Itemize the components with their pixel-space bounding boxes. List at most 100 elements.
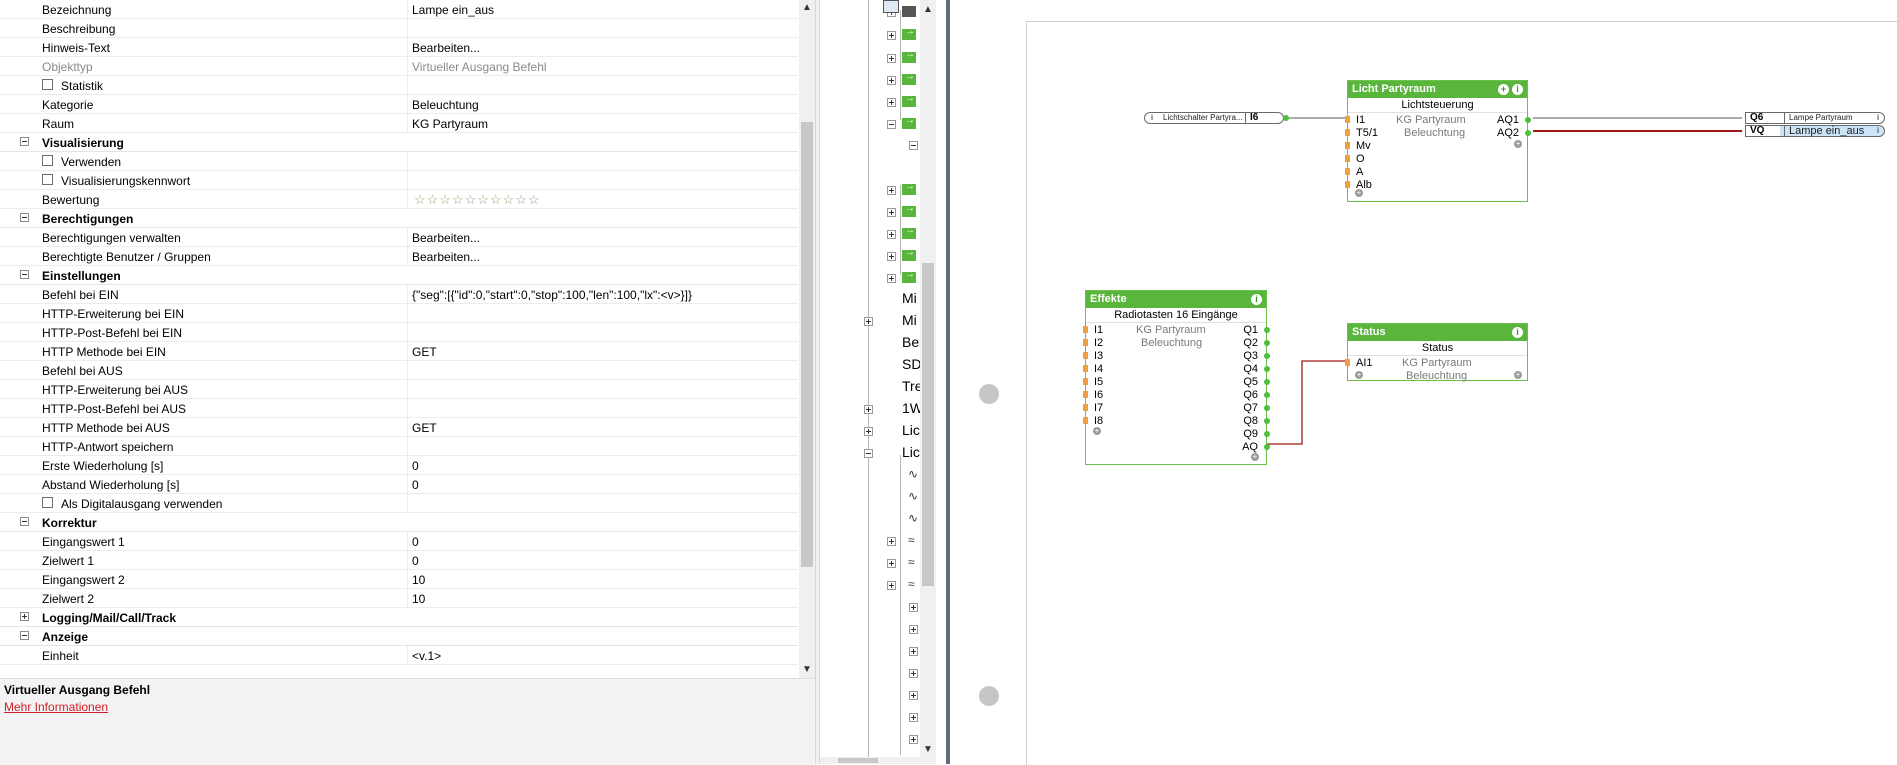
info-icon[interactable]: i [1512, 327, 1523, 338]
property-row-http-methode-bei-ein[interactable]: HTTP Methode bei EIN GET [0, 342, 798, 361]
add-output-icon[interactable]: + [1514, 140, 1522, 148]
category-anzeige[interactable]: Anzeige [0, 627, 798, 646]
expand-icon[interactable] [20, 612, 29, 621]
scrollbar-thumb[interactable] [922, 263, 934, 586]
property-row-erste-wiederholung-s[interactable]: Erste Wiederholung [s] 0 [0, 456, 798, 475]
input-pin[interactable] [1083, 352, 1088, 359]
scrollbar-thumb[interactable] [801, 122, 813, 567]
property-value[interactable]: Virtueller Ausgang Befehl [412, 60, 547, 74]
property-row-eingangswert-1[interactable]: Eingangswert 1 0 [0, 532, 798, 551]
block-title[interactable]: Effekte [1086, 291, 1266, 308]
add-output-icon[interactable]: + [1514, 371, 1522, 379]
property-value[interactable]: Beleuchtung [412, 98, 479, 112]
block-effekte[interactable]: Effekte i Radiotasten 16 Eingänge I1 I2 I3… [1083, 290, 1270, 465]
property-row-http-methode-bei-aus[interactable]: HTTP Methode bei AUS GET [0, 418, 798, 437]
input-connector[interactable]: i Lichtschalter Partyra... I6 [1144, 112, 1284, 124]
tree-expand-icon[interactable] [887, 581, 896, 590]
output-pin[interactable] [1264, 392, 1270, 398]
add-output-icon[interactable]: + [1251, 453, 1259, 461]
property-row-objekttyp[interactable]: Objekttyp Virtueller Ausgang Befehl [0, 57, 798, 76]
collapse-icon[interactable] [20, 137, 29, 146]
collapse-icon[interactable] [20, 631, 29, 640]
property-value[interactable]: GET [412, 345, 437, 359]
collapse-icon[interactable] [20, 517, 29, 526]
tree-expand-icon[interactable] [887, 98, 896, 107]
property-value[interactable]: GET [412, 421, 437, 435]
info-icon[interactable]: i [1251, 294, 1262, 305]
property-value[interactable]: KG Partyraum [412, 117, 488, 131]
output-pin[interactable] [1525, 117, 1531, 123]
info-icon[interactable]: i [1512, 84, 1523, 95]
property-row-einheit[interactable]: Einheit <v.1> [0, 646, 798, 665]
output-pin[interactable] [1264, 405, 1270, 411]
property-row-bezeichnung[interactable]: Bezeichnung Lampe ein_aus [0, 0, 798, 19]
input-pin[interactable] [1083, 404, 1088, 411]
property-value[interactable]: 10 [412, 592, 425, 606]
output-pin[interactable] [1264, 327, 1270, 333]
category-korrektur[interactable]: Korrektur [0, 513, 798, 532]
property-value[interactable]: 0 [412, 554, 419, 568]
more-info-link[interactable]: Mehr Informationen [4, 700, 108, 714]
property-value[interactable]: 10 [412, 573, 425, 587]
tree-expand-icon[interactable] [909, 691, 918, 700]
input-pin[interactable] [1083, 378, 1088, 385]
input-pin[interactable] [1345, 116, 1350, 123]
property-row-http-erweiterung-bei-ein[interactable]: HTTP-Erweiterung bei EIN [0, 304, 798, 323]
tree-expand-icon[interactable] [887, 31, 896, 40]
property-row-eingangswert-2[interactable]: Eingangswert 2 10 [0, 570, 798, 589]
checkbox[interactable] [42, 497, 53, 508]
property-value[interactable]: {"seg":[{"id":0,"start":0,"stop":100,"le… [412, 288, 692, 302]
input-pin[interactable] [1083, 326, 1088, 333]
block-licht-partyraum[interactable]: Licht Partyraum + i Lichtsteuerung I1 T5/… [1345, 80, 1531, 202]
category-berechtigungen[interactable]: Berechtigungen [0, 209, 798, 228]
property-row-hinweis-text[interactable]: Hinweis-Text Bearbeiten... [0, 38, 798, 57]
output-connector-q6[interactable]: Q6 Lampe Partyraum i [1745, 112, 1885, 124]
property-row-verwenden[interactable]: Verwenden [0, 152, 798, 171]
checkbox[interactable] [42, 155, 53, 166]
tree-expand-icon[interactable] [887, 230, 896, 239]
input-pin[interactable] [1345, 168, 1350, 175]
input-pin[interactable] [1083, 391, 1088, 398]
category-logging-mail-call-track[interactable]: Logging/Mail/Call/Track [0, 608, 798, 627]
property-row-abstand-wiederholung-s[interactable]: Abstand Wiederholung [s] 0 [0, 475, 798, 494]
scroll-up-icon[interactable]: ▲ [799, 0, 815, 16]
tree-item-label[interactable]: Lic [902, 422, 920, 438]
add-input-icon[interactable]: + [1355, 189, 1363, 197]
tree-expand-icon[interactable] [887, 208, 896, 217]
property-row-berechtigungen-verwalten[interactable]: Berechtigungen verwalten Bearbeiten... [0, 228, 798, 247]
property-row-zielwert-1[interactable]: Zielwert 1 0 [0, 551, 798, 570]
tree-item-label[interactable]: Mi [902, 312, 917, 328]
property-row-http-erweiterung-bei-aus[interactable]: HTTP-Erweiterung bei AUS [0, 380, 798, 399]
property-row-visualisierungskennwort[interactable]: Visualisierungskennwort [0, 171, 798, 190]
tree-item-label[interactable]: Mi [902, 290, 917, 306]
input-pin[interactable] [1345, 142, 1350, 149]
property-row-http-post-befehl-bei-ein[interactable]: HTTP-Post-Befehl bei EIN [0, 323, 798, 342]
output-pin[interactable] [1264, 340, 1270, 346]
tree-expand-icon[interactable] [887, 186, 896, 195]
output-pin[interactable] [1264, 418, 1270, 424]
scrollbar-thumb[interactable] [838, 758, 878, 763]
input-pin[interactable] [1083, 339, 1088, 346]
property-value[interactable]: <v.1> [412, 649, 441, 663]
scroll-down-icon[interactable]: ▼ [920, 742, 936, 758]
tree-expand-icon[interactable] [887, 537, 896, 546]
output-pin[interactable] [1264, 366, 1270, 372]
rating-stars[interactable]: ☆☆☆☆☆☆☆☆☆☆ [414, 192, 541, 208]
output-pin[interactable] [1283, 115, 1289, 121]
tree-expand-icon[interactable] [909, 625, 918, 634]
tree-expand-icon[interactable] [909, 735, 918, 744]
property-row-bewertung[interactable]: Bewertung ☆☆☆☆☆☆☆☆☆☆ [0, 190, 798, 209]
tree-expand-icon[interactable] [887, 274, 896, 283]
input-pin[interactable] [1345, 155, 1350, 162]
tree-expand-icon[interactable] [909, 669, 918, 678]
property-row-kategorie[interactable]: Kategorie Beleuchtung [0, 95, 798, 114]
property-row-statistik[interactable]: Statistik [0, 76, 798, 95]
checkbox[interactable] [42, 79, 53, 90]
input-pin[interactable] [1083, 365, 1088, 372]
property-row-http-antwort-speichern[interactable]: HTTP-Antwort speichern [0, 437, 798, 456]
property-row-als-digitalausgang-verwenden[interactable]: Als Digitalausgang verwenden [0, 494, 798, 513]
output-pin[interactable] [1264, 353, 1270, 359]
input-pin[interactable] [1345, 359, 1350, 366]
property-scrollbar[interactable]: ▲ ▼ [799, 0, 815, 678]
property-value[interactable]: Lampe ein_aus [412, 3, 494, 17]
